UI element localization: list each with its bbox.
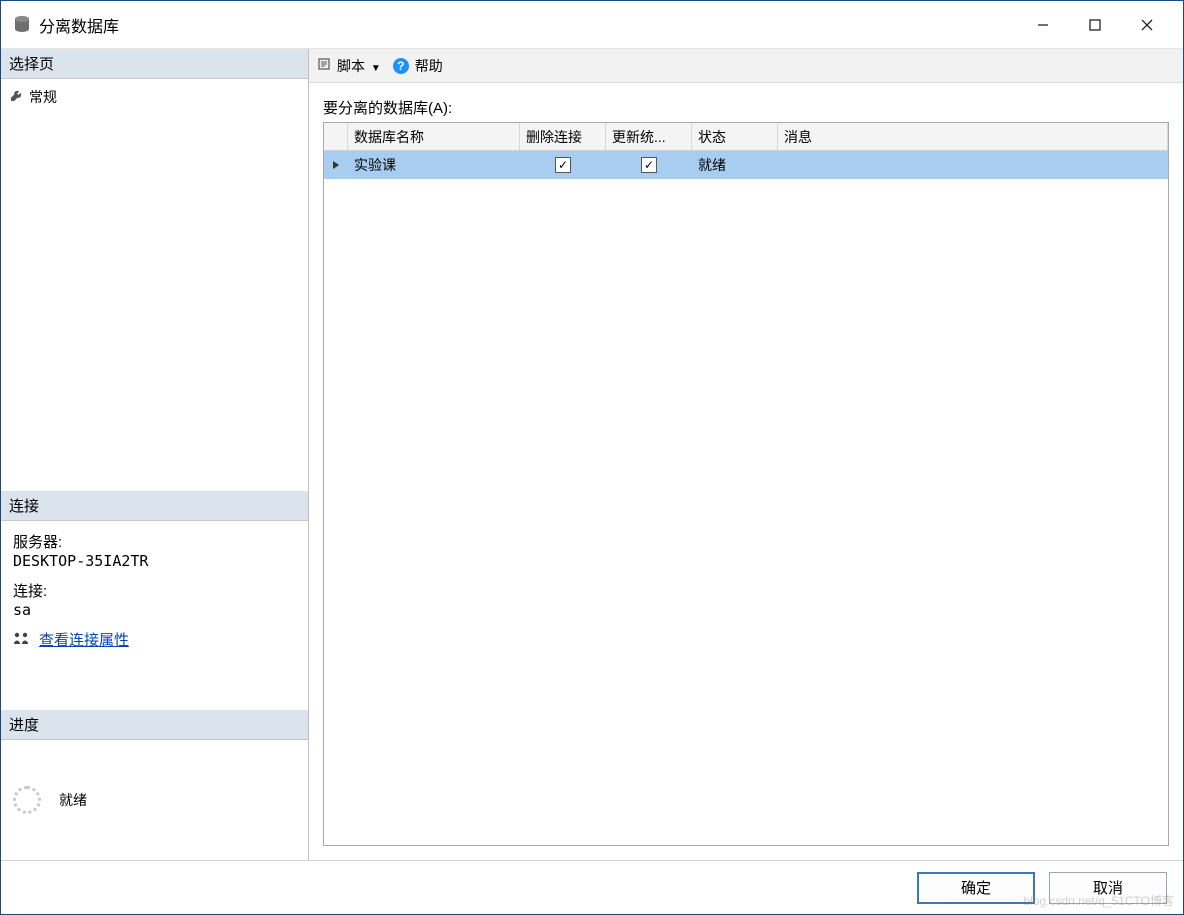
view-connection-props-link[interactable]: 查看连接属性 — [39, 629, 129, 650]
connection-props-icon — [13, 631, 31, 649]
connection-panel: 服务器: DESKTOP-35IA2TR 连接: sa 查看连接属性 — [1, 521, 308, 650]
ok-button[interactable]: 确定 — [917, 872, 1035, 904]
connection-value: sa — [13, 601, 296, 619]
col-update-stats[interactable]: 更新统... — [606, 123, 692, 150]
wrench-icon — [9, 89, 23, 106]
toolbar: 脚本 ▼ ? 帮助 — [309, 49, 1183, 83]
progress-header: 进度 — [1, 710, 308, 740]
grid-body: 实验课 就绪 — [324, 151, 1168, 845]
row-expander[interactable] — [324, 151, 348, 179]
script-icon — [317, 57, 331, 74]
col-expander — [324, 123, 348, 150]
sidebar: 选择页 常规 连接 服务器: DESKTOP-35IA2TR 连接: sa — [1, 49, 309, 860]
close-button[interactable] — [1121, 5, 1173, 45]
script-dropdown[interactable]: 脚本 ▼ — [337, 56, 381, 76]
col-status[interactable]: 状态 — [692, 123, 778, 150]
server-label: 服务器: — [13, 531, 296, 552]
cancel-button[interactable]: 取消 — [1049, 872, 1167, 904]
cell-update-stats[interactable] — [606, 151, 692, 179]
dialog-footer: 确定 取消 — [1, 860, 1183, 914]
cell-delete-conn[interactable] — [520, 151, 606, 179]
cell-message — [778, 151, 1168, 179]
col-message[interactable]: 消息 — [778, 123, 1168, 150]
database-icon — [13, 14, 31, 36]
cell-name: 实验课 — [348, 151, 520, 179]
server-value: DESKTOP-35IA2TR — [13, 552, 296, 570]
cell-status: 就绪 — [692, 151, 778, 179]
database-grid: 数据库名称 删除连接 更新统... 状态 消息 实验课 — [323, 122, 1169, 846]
connection-label: 连接: — [13, 580, 296, 601]
col-name[interactable]: 数据库名称 — [348, 123, 520, 150]
select-page-header: 选择页 — [1, 49, 308, 79]
sidebar-item-general[interactable]: 常规 — [9, 85, 300, 109]
help-icon: ? — [393, 58, 409, 74]
sidebar-item-label: 常规 — [29, 87, 57, 107]
script-label: 脚本 — [337, 58, 365, 74]
maximize-button[interactable] — [1069, 5, 1121, 45]
checkbox-icon — [555, 157, 571, 173]
progress-panel: 就绪 — [1, 740, 308, 860]
connection-header: 连接 — [1, 491, 308, 521]
col-delete-conn[interactable]: 删除连接 — [520, 123, 606, 150]
main-area: 选择页 常规 连接 服务器: DESKTOP-35IA2TR 连接: sa — [1, 49, 1183, 860]
titlebar: 分离数据库 — [1, 1, 1183, 49]
help-button[interactable]: 帮助 — [415, 56, 443, 76]
grid-header: 数据库名称 删除连接 更新统... 状态 消息 — [324, 123, 1168, 151]
progress-status: 就绪 — [59, 790, 87, 810]
content-area: 脚本 ▼ ? 帮助 要分离的数据库(A): 数据库名称 删除连接 更新统... … — [309, 49, 1183, 860]
checkbox-icon — [641, 157, 657, 173]
table-row[interactable]: 实验课 就绪 — [324, 151, 1168, 179]
detach-db-label: 要分离的数据库(A): — [323, 97, 1169, 118]
window-title: 分离数据库 — [39, 13, 119, 37]
progress-spinner-icon — [13, 786, 41, 814]
minimize-button[interactable] — [1017, 5, 1069, 45]
chevron-down-icon: ▼ — [371, 63, 381, 74]
